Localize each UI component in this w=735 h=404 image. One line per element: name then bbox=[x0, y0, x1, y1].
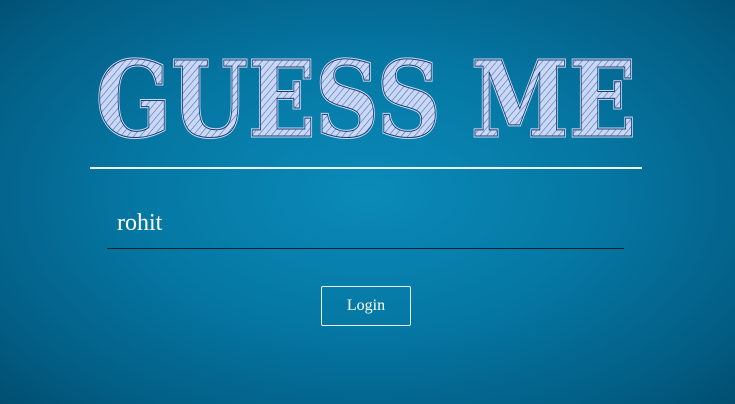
app-title-outline: GUESS ME bbox=[96, 40, 636, 150]
login-button[interactable]: Login bbox=[321, 286, 411, 326]
app-logo-title: GUESS ME GUESS ME bbox=[90, 40, 642, 150]
username-input[interactable] bbox=[107, 200, 624, 246]
username-field bbox=[107, 200, 624, 249]
title-divider bbox=[90, 167, 642, 169]
